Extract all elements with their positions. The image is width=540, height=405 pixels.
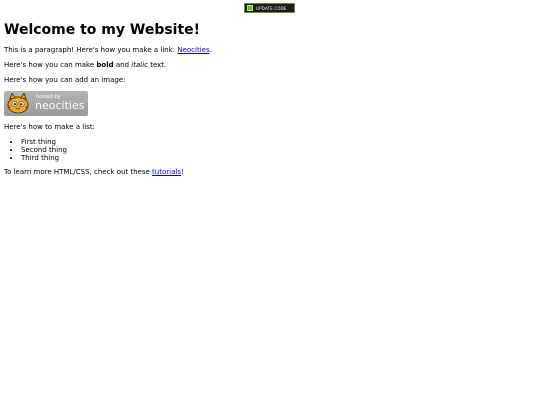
neocities-cat-icon	[7, 93, 29, 114]
paragraph-formatting: Here's how you can make bold and italic …	[4, 61, 534, 70]
page-content: Welcome to my Website! This is a paragra…	[4, 22, 534, 183]
hosted-by-neocities-image: hosted by neocities	[4, 91, 88, 116]
formatting-after: text.	[147, 61, 167, 69]
paragraph-link-end: .	[209, 46, 212, 54]
paragraph-link: This is a paragraph! Here's how you make…	[4, 46, 534, 55]
neocities-wordmark: neocities	[35, 99, 85, 112]
paragraph-image-intro: Here's how you can add an image:	[4, 76, 126, 84]
update-code-label: UPDATE CODE	[256, 5, 287, 11]
tutorials-link[interactable]: tutorials	[152, 168, 181, 176]
list-item: First thing	[21, 138, 534, 146]
example-list: First thing Second thing Third thing	[4, 138, 534, 162]
paragraph-outro: To learn more HTML/CSS, check out these …	[4, 168, 534, 177]
formatting-middle: and	[113, 61, 132, 69]
paragraph-link-text: This is a paragraph! Here's how you make…	[4, 46, 178, 54]
italic-text: italic	[131, 61, 148, 69]
neocities-edit-icon	[247, 5, 253, 11]
outro-text: To learn more HTML/CSS, check out these	[4, 168, 153, 176]
list-intro: Here's how to make a list:	[4, 123, 95, 131]
formatting-before: Here's how you can make	[4, 61, 97, 69]
list-item: Second thing	[21, 146, 534, 154]
list-item: Third thing	[21, 154, 534, 162]
neocities-link[interactable]: Neocities	[177, 46, 209, 54]
outro-end: !	[180, 168, 184, 176]
page-title: Welcome to my Website!	[4, 22, 201, 38]
update-code-badge[interactable]: UPDATE CODE	[244, 3, 295, 13]
bold-text: bold	[96, 61, 114, 69]
